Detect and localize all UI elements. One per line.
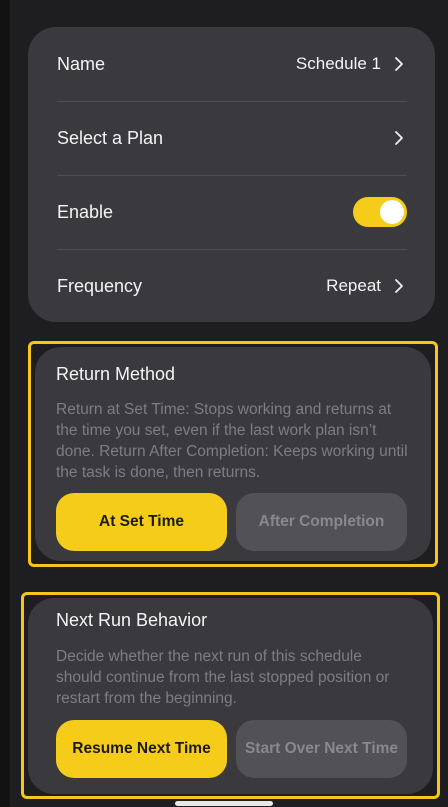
select-plan-row[interactable]: Select a Plan <box>57 101 407 175</box>
return-method-title: Return Method <box>56 364 176 384</box>
enable-row: Enable <box>57 175 407 249</box>
at-set-time-button[interactable]: At Set Time <box>56 493 227 551</box>
toggle-knob <box>380 200 404 224</box>
return-method-card: Return Method Return at Set Time: Stops … <box>35 347 431 561</box>
enable-toggle[interactable] <box>353 197 407 227</box>
schedule-settings-screen: Name Schedule 1 Select a Plan Enable Fre… <box>0 0 448 807</box>
schedule-settings-card: Name Schedule 1 Select a Plan Enable Fre… <box>28 27 435 322</box>
start-over-next-time-button[interactable]: Start Over Next Time <box>236 720 407 778</box>
next-run-card: Next Run Behavior Decide whether the nex… <box>28 598 433 794</box>
enable-label: Enable <box>57 201 114 222</box>
next-run-description: Decide whether the next run of this sche… <box>56 648 390 707</box>
resume-next-time-button[interactable]: Resume Next Time <box>56 720 227 778</box>
name-label: Name <box>57 53 106 74</box>
chevron-right-icon <box>395 131 403 145</box>
left-edge-strip <box>0 0 10 807</box>
frequency-value: Repeat <box>326 276 381 295</box>
select-plan-label: Select a Plan <box>57 127 164 148</box>
name-row[interactable]: Name Schedule 1 <box>57 27 407 101</box>
name-value: Schedule 1 <box>295 54 381 73</box>
chevron-right-icon <box>395 279 403 293</box>
home-indicator <box>175 801 273 806</box>
frequency-label: Frequency <box>57 275 143 296</box>
return-method-description: Return at Set Time: Stops working and re… <box>56 401 408 481</box>
frequency-row[interactable]: Frequency Repeat <box>57 249 407 323</box>
chevron-right-icon <box>395 57 403 71</box>
after-completion-button[interactable]: After Completion <box>236 493 407 551</box>
next-run-title: Next Run Behavior <box>56 610 208 630</box>
